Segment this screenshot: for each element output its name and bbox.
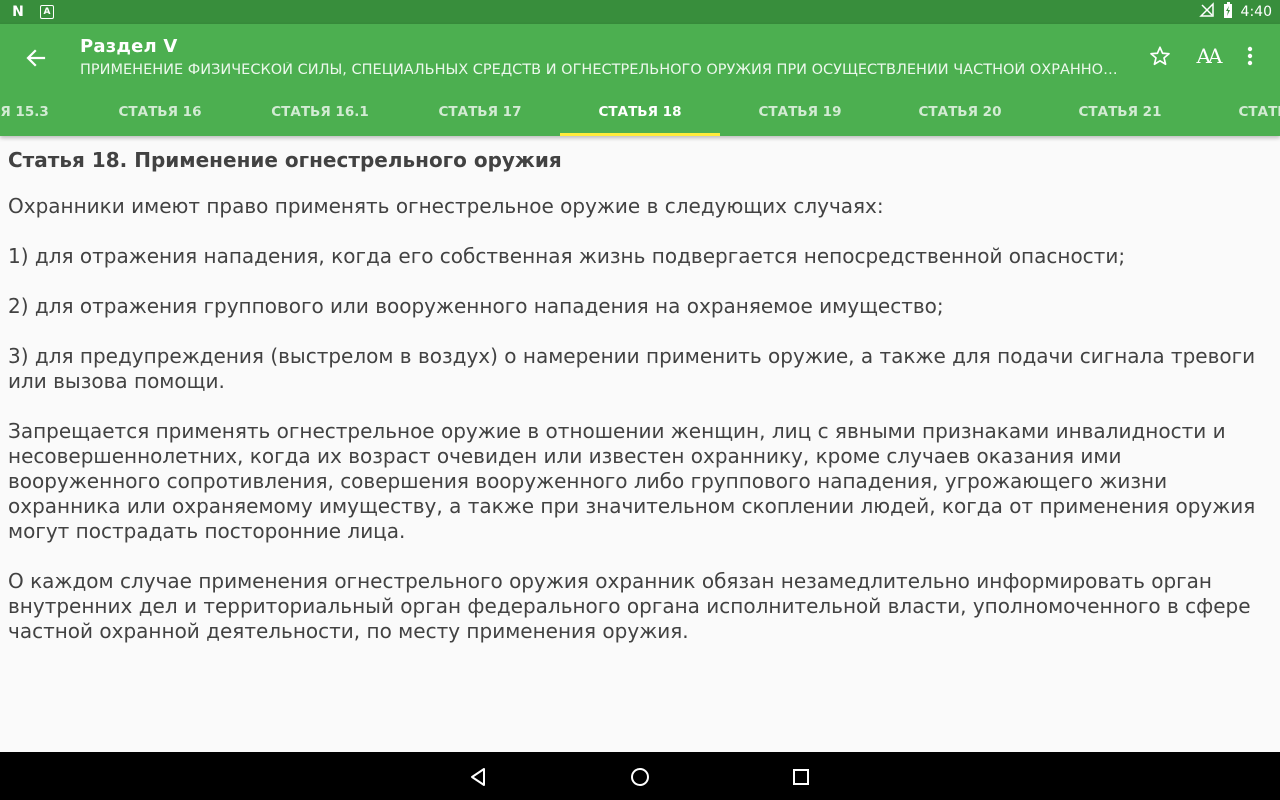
article-paragraph: Запрещается применять огнестрельное оруж… [8,419,1256,543]
nav-recents-button[interactable] [784,760,818,794]
system-navigation-bar [0,752,1280,800]
article-paragraph: 2) для отражения группового или вооружен… [8,294,944,318]
tab-article-21[interactable]: СТАТЬЯ 21 [1040,96,1200,136]
article-tabs: СТАТЬЯ 15.3 СТАТЬЯ 16 СТАТЬЯ 16.1 СТАТЬЯ… [0,96,1280,136]
font-size-icon: AA [1196,44,1223,68]
triangle-back-icon [471,768,485,786]
favorite-button[interactable] [1144,40,1176,72]
article-paragraph: 3) для предупреждения (выстрелом в возду… [8,344,1256,393]
font-size-button[interactable]: AA [1192,40,1224,72]
tab-article-18[interactable]: СТАТЬЯ 18 [560,96,720,136]
tab-article-16-1[interactable]: СТАТЬЯ 16.1 [240,96,400,136]
clock: 4:40 [1240,4,1272,20]
article-heading: Статья 18. Применение огнестрельного ору… [8,148,562,172]
app-bar: Раздел V ПРИМЕНЕНИЕ ФИЗИЧЕСКОЙ СИЛЫ, СПЕ… [0,24,1280,136]
section-subtitle: ПРИМЕНЕНИЕ ФИЗИЧЕСКОЙ СИЛЫ, СПЕЦИАЛЬНЫХ … [80,62,1120,78]
section-title: Раздел V [80,36,178,57]
active-tab-indicator [560,133,720,136]
tab-article-15-3[interactable]: СТАТЬЯ 15.3 [0,96,80,136]
notification-a-icon: A [40,5,54,19]
battery-charging-icon [1223,2,1233,22]
more-options-button[interactable] [1234,40,1266,72]
square-recents-icon [793,769,809,785]
status-indicators: 4:40 [1198,0,1272,24]
status-bar: N A 4:40 [0,0,1280,24]
no-signal-icon [1198,2,1215,22]
article-paragraph: Охранники имеют право применять огнестре… [8,194,884,218]
article-content: Статья 18. Применение огнестрельного ору… [8,144,1270,669]
notification-n-icon: N [12,4,24,20]
back-button[interactable] [20,42,52,74]
tab-article-20[interactable]: СТАТЬЯ 20 [880,96,1040,136]
nav-home-button[interactable] [623,760,657,794]
circle-home-icon [631,768,649,786]
notification-icons: N A [10,3,54,21]
tab-article-17[interactable]: СТАТЬЯ 17 [400,96,560,136]
nav-back-button[interactable] [461,760,495,794]
arrow-left-icon [26,49,46,67]
article-paragraph: 1) для отражения нападения, когда его со… [8,244,1126,268]
more-vert-icon [1247,46,1253,66]
article-paragraph: О каждом случае применения огнестрельног… [8,569,1251,643]
star-outline-icon [1150,46,1170,66]
tab-article-22[interactable]: СТАТЬЯ 22 [1200,96,1280,136]
tab-article-16[interactable]: СТАТЬЯ 16 [80,96,240,136]
tab-article-19[interactable]: СТАТЬЯ 19 [720,96,880,136]
